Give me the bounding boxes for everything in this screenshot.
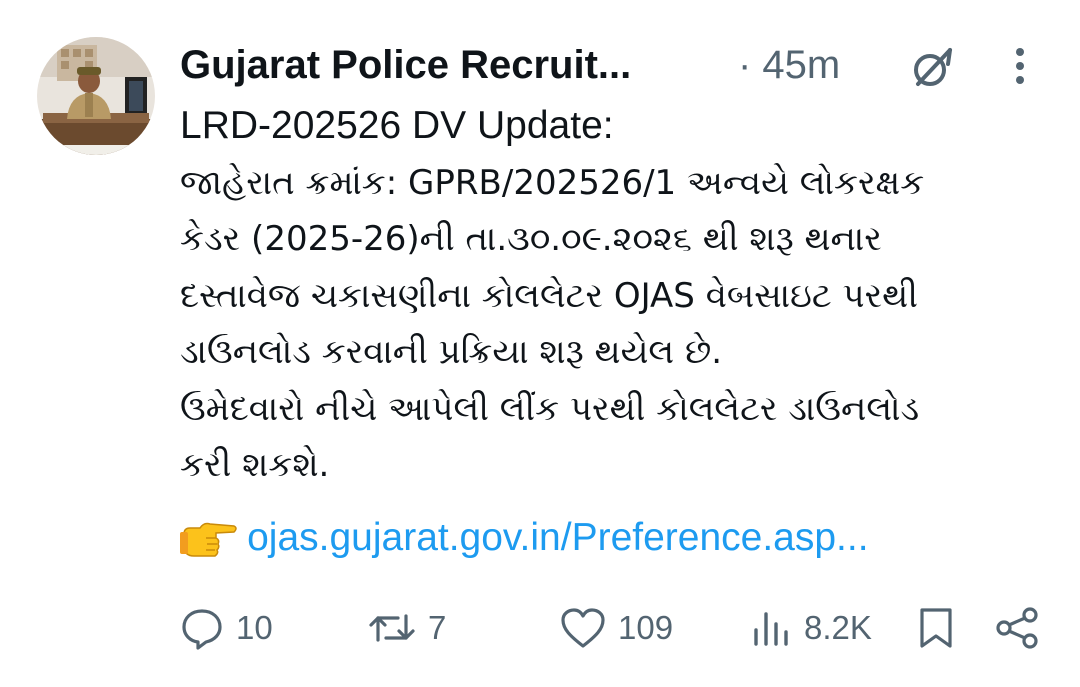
like-button[interactable]: 109 (560, 600, 673, 656)
reply-button[interactable]: 10 (180, 600, 273, 656)
post-text-line: જાહેરાત ક્રમાંક: GPRB/202526/1 અન્વયે લો… (180, 162, 925, 203)
post-text-line: ઉમેદવારો નીચે આપેલી લીંક પરથી કોલલેટર ડા… (180, 388, 920, 429)
share-icon (994, 606, 1040, 650)
post[interactable]: Gujarat Police Recruit... · 45m LRD-2025… (0, 0, 1080, 687)
post-text-line: દસ્તાવેજ ચકાસણીના કોલલેટર OJAS વેબસાઇટ પ… (180, 275, 918, 316)
heart-icon (560, 606, 606, 650)
post-text-line: LRD-202526 DV Update: (180, 104, 614, 147)
post-text-line: કરી શકશે. (180, 445, 330, 485)
more-vertical-icon[interactable] (1002, 42, 1038, 90)
action-bar: 10 7 109 8.2K (180, 600, 1050, 656)
bookmark-button[interactable] (914, 600, 958, 656)
pointing-right-hand-icon (180, 516, 238, 560)
link-row: ojas.gujarat.gov.in/Preference.asp... (180, 516, 869, 576)
like-count: 109 (618, 609, 674, 646)
bookmark-icon (914, 606, 958, 650)
post-text-line: ડાઉનલોડ કરવાની પ્રક્રિયા શરૂ થયેલ છે. (180, 332, 723, 372)
grok-icon[interactable] (908, 44, 956, 92)
external-link[interactable]: ojas.gujarat.gov.in/Preference.asp... (247, 516, 868, 560)
repost-count: 7 (428, 609, 447, 646)
avatar[interactable] (37, 37, 155, 155)
post-timestamp[interactable]: · 45m (738, 38, 840, 92)
post-text: LRD-202526 DV Update: જાહેરાત ક્રમાંક: G… (180, 98, 1050, 494)
repost-icon (368, 606, 416, 650)
views-icon (748, 606, 792, 650)
post-text-line: કેડર (2025-26)ની તા.૩૦.૦૯.૨૦૨૬ થી શરૂ થન… (180, 219, 882, 259)
views-count: 8.2K (804, 609, 872, 646)
share-button[interactable] (994, 600, 1040, 656)
repost-button[interactable]: 7 (368, 600, 446, 656)
reply-icon (180, 606, 224, 650)
reply-count: 10 (236, 609, 273, 646)
views-button[interactable]: 8.2K (748, 600, 872, 656)
author-name[interactable]: Gujarat Police Recruit... (180, 38, 631, 92)
post-header: Gujarat Police Recruit... · 45m (180, 38, 1040, 94)
